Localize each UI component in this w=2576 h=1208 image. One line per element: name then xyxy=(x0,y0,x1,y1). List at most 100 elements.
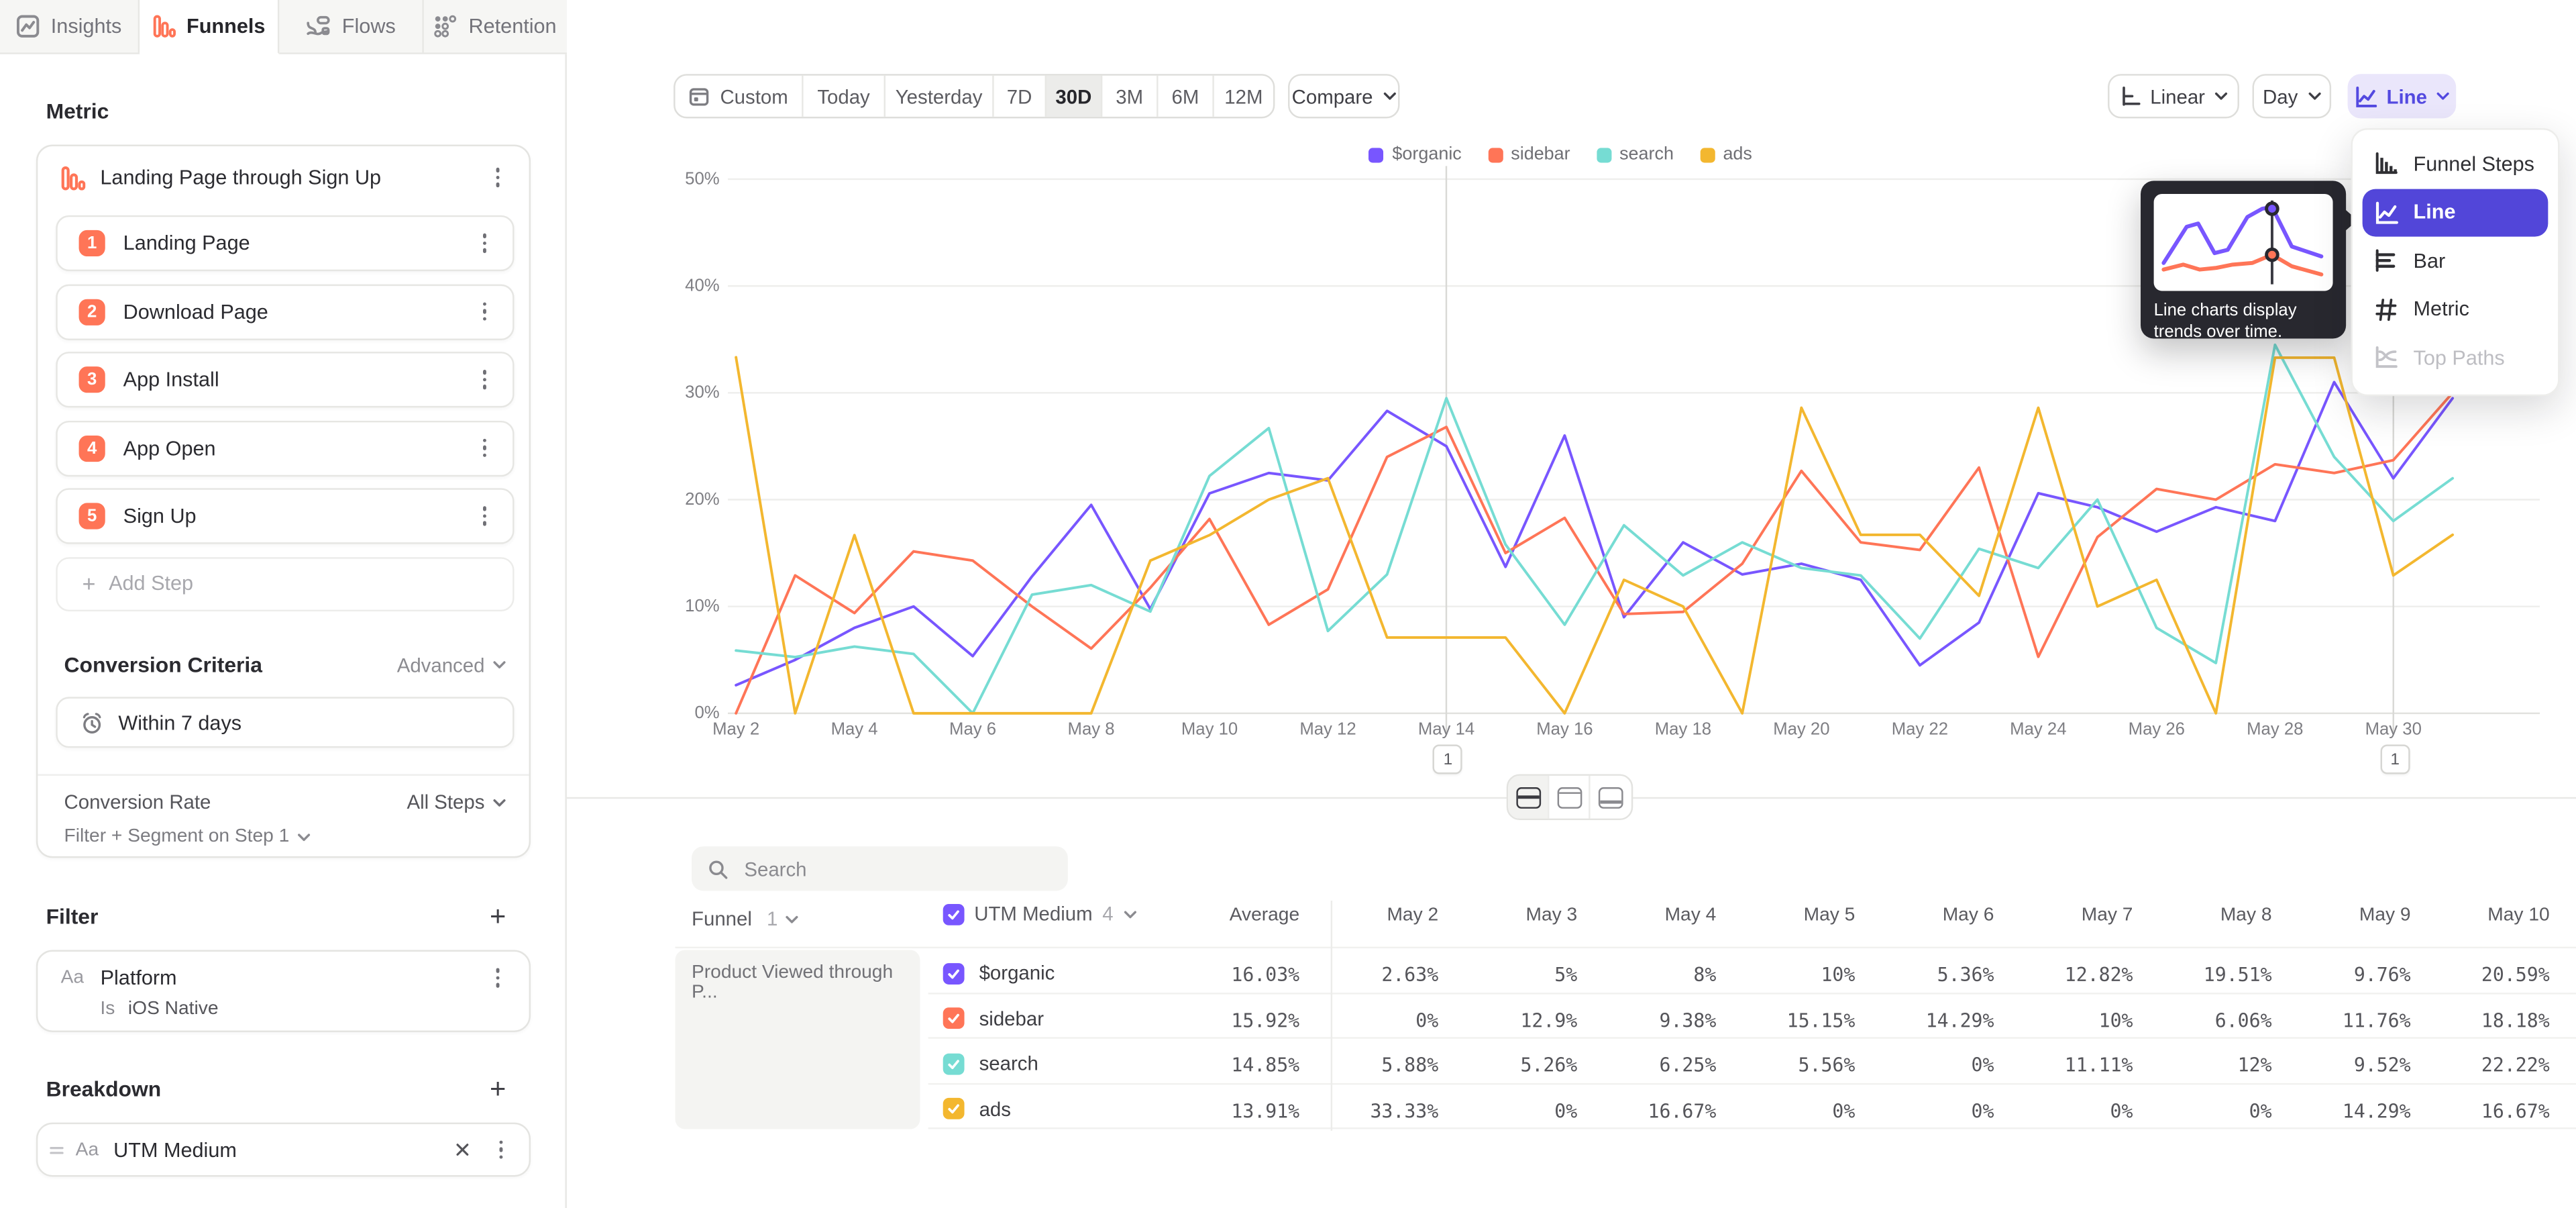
table-group-cell[interactable]: Product Viewed through P... xyxy=(676,950,920,1129)
x-tick-label: May 28 xyxy=(2226,720,2324,740)
tab-funnels[interactable]: Funnels xyxy=(140,0,279,54)
legend-label: sidebar xyxy=(1511,145,1570,164)
range-yesterday[interactable]: Yesterday xyxy=(885,76,994,117)
table-row-name: search xyxy=(943,1052,1038,1074)
remove-breakdown-icon[interactable] xyxy=(455,1142,470,1157)
breakdown-kebab-menu[interactable] xyxy=(490,1136,513,1162)
tab-insights[interactable]: Insights xyxy=(0,0,140,52)
drag-handle-icon[interactable] xyxy=(49,1143,64,1156)
layout-chart-only-button[interactable] xyxy=(1549,776,1590,819)
layout-table-only-button[interactable] xyxy=(1591,776,1631,819)
chevron-down-icon xyxy=(298,832,311,840)
table-cell: 0% xyxy=(2002,1099,2133,1121)
conversion-window-button[interactable]: Within 7 days xyxy=(56,697,514,748)
funnel-title-row: Landing Page through Sign Up xyxy=(61,164,510,191)
table-cell: 15.15% xyxy=(1723,1008,1855,1031)
legend-item[interactable]: sidebar xyxy=(1488,145,1570,164)
viewport: Insights Funnels Flows Retention Metric … xyxy=(0,0,2576,1208)
range-custom[interactable]: Custom xyxy=(676,76,804,117)
segment-label: ads xyxy=(979,1097,1011,1120)
breakdown-card[interactable]: Aa UTM Medium xyxy=(36,1123,531,1177)
range-3m[interactable]: 3M xyxy=(1102,76,1158,117)
row-checkbox[interactable] xyxy=(943,1098,965,1119)
menu-item-funnel-steps[interactable]: Funnel Steps xyxy=(2363,140,2548,188)
menu-item-line[interactable]: Line xyxy=(2363,188,2548,236)
step-kebab-menu[interactable] xyxy=(473,503,496,529)
chart-type-dropdown[interactable]: Line xyxy=(2348,74,2457,118)
tab-label: Funnels xyxy=(186,15,265,38)
tooltip-chart-illustration xyxy=(2154,194,2333,291)
select-all-checkbox[interactable] xyxy=(943,903,965,925)
series-line-organic[interactable] xyxy=(736,382,2453,685)
range-today[interactable]: Today xyxy=(804,76,885,117)
legend-item[interactable]: ads xyxy=(1700,145,1752,164)
filter-kebab-menu[interactable] xyxy=(486,965,509,991)
row-checkbox[interactable] xyxy=(943,962,965,984)
flows-icon xyxy=(306,15,331,38)
filter-segment-dropdown[interactable]: Filter + Segment on Step 1 xyxy=(64,827,311,846)
series-line-ads[interactable] xyxy=(736,357,2453,713)
step-kebab-menu[interactable] xyxy=(473,298,496,324)
tooltip-text: Line charts display trends over time. xyxy=(2154,301,2333,344)
table-cell: 20.59% xyxy=(2418,963,2550,986)
step-kebab-menu[interactable] xyxy=(473,435,496,461)
legend-item[interactable]: search xyxy=(1597,145,1674,164)
menu-item-metric[interactable]: Metric xyxy=(2363,285,2548,334)
range-30d[interactable]: 30D xyxy=(1046,76,1102,117)
annotation-badge[interactable]: 1 xyxy=(2380,744,2410,774)
row-checkbox[interactable] xyxy=(943,1007,965,1029)
chart-top-icon xyxy=(1556,787,1581,808)
tab-retention[interactable]: Retention xyxy=(424,0,567,52)
range-12m[interactable]: 12M xyxy=(1214,76,1273,117)
step-number-badge: 2 xyxy=(79,298,105,324)
table-cell: 9.76% xyxy=(2279,963,2411,986)
all-steps-dropdown[interactable]: All Steps xyxy=(407,791,506,813)
search-input[interactable] xyxy=(741,856,1043,882)
compare-button[interactable]: Compare xyxy=(1288,74,1400,118)
funnel-kebab-menu[interactable] xyxy=(486,164,509,191)
legend-item[interactable]: $organic xyxy=(1369,145,1462,164)
table-cell: 12% xyxy=(2141,1054,2272,1076)
filter-value[interactable]: iOS Native xyxy=(128,999,219,1019)
scale-dropdown[interactable]: Linear xyxy=(2108,74,2239,118)
funnel-step-1[interactable]: 1 Landing Page xyxy=(56,215,514,271)
step-kebab-menu[interactable] xyxy=(473,366,496,393)
column-header: May 5 xyxy=(1723,905,1855,925)
step-kebab-menu[interactable] xyxy=(473,230,496,256)
check-icon xyxy=(947,1011,961,1025)
add-step-button[interactable]: + Add Step xyxy=(56,556,514,611)
x-tick-label: May 18 xyxy=(1633,720,1732,740)
funnel-step-3[interactable]: 3 App Install xyxy=(56,352,514,407)
app-root: Insights Funnels Flows Retention Metric … xyxy=(0,0,2576,1208)
retention-icon xyxy=(434,15,457,38)
add-filter-button[interactable]: + xyxy=(490,905,506,927)
top-paths-icon xyxy=(2374,346,2399,370)
chevron-down-icon xyxy=(2437,92,2451,100)
tab-label: Retention xyxy=(469,15,557,38)
layout-split-view-button[interactable] xyxy=(1508,776,1549,819)
advanced-dropdown[interactable]: Advanced xyxy=(397,653,506,676)
filter-card[interactable]: Aa Platform Is iOS Native xyxy=(36,950,531,1032)
range-7d[interactable]: 7D xyxy=(994,76,1046,117)
funnels-icon xyxy=(152,15,175,38)
chevron-down-icon[interactable] xyxy=(1123,910,1136,918)
menu-item-bar[interactable]: Bar xyxy=(2363,237,2548,285)
row-separator xyxy=(928,1127,2576,1129)
funnel-step-5[interactable]: 5 Sign Up xyxy=(56,488,514,544)
add-breakdown-button[interactable]: + xyxy=(490,1077,506,1100)
funnel-step-4[interactable]: 4 App Open xyxy=(56,420,514,476)
check-icon xyxy=(947,1056,961,1070)
funnel-column-header[interactable]: Funnel 1 xyxy=(692,907,799,930)
conversion-rate-label: Conversion Rate xyxy=(64,791,211,813)
x-tick-label: May 4 xyxy=(805,720,904,740)
filter-property: Platform xyxy=(101,966,486,989)
range-6m[interactable]: 6M xyxy=(1159,76,1214,117)
chart-legend: $organic sidebar search ads xyxy=(985,145,2135,164)
row-checkbox[interactable] xyxy=(943,1053,965,1074)
table-vertical-divider xyxy=(1331,901,1332,1131)
tab-label: Insights xyxy=(51,15,122,38)
tab-flows[interactable]: Flows xyxy=(279,0,424,52)
funnel-step-2[interactable]: 2 Download Page xyxy=(56,283,514,339)
granularity-dropdown[interactable]: Day xyxy=(2253,74,2332,118)
annotation-badge[interactable]: 1 xyxy=(1433,744,1462,774)
